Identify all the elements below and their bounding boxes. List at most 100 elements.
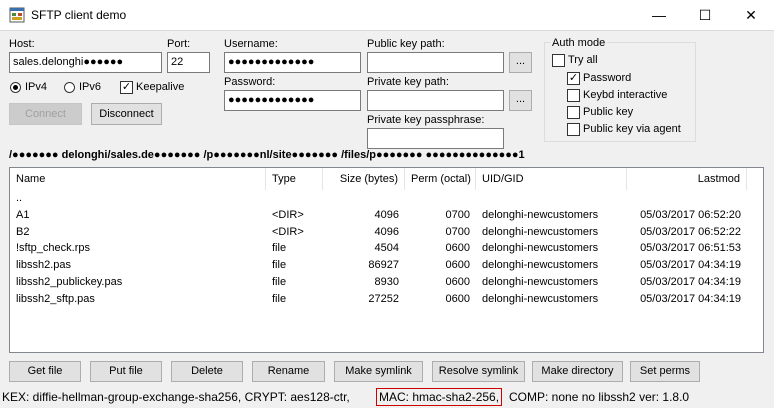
status-bar: KEX: diffie-hellman-group-exchange-sha25… [0,388,774,408]
auth-password-checkbox[interactable]: ✓ [567,72,580,85]
username-label: Username: [224,38,278,50]
cell-perm: 0600 [445,242,470,255]
cell-name: B2 [16,225,30,238]
column-header-size[interactable]: Size (bytes) [323,168,405,190]
minimize-icon: — [652,7,666,23]
make-symlink-button[interactable]: Make symlink [334,361,423,382]
keepalive-checkbox[interactable]: ✓ [120,81,133,94]
table-row[interactable]: !sftp_check.rps file 4504 0600 delonghi-newc… [10,240,763,257]
cell-lastmod: 05/03/2017 04:34:19 [640,292,741,305]
passphrase-input[interactable] [367,128,504,149]
cell-name: libssh2_publickey.pas [16,276,123,288]
cell-name: !sftp_check.rps [16,242,90,255]
cell-type: file [272,259,287,272]
public-key-input[interactable] [367,52,504,73]
password-label: Password: [224,76,276,88]
cell-name: A1 [16,208,30,221]
public-key-browse-button[interactable]: ... [509,52,532,73]
delete-button[interactable]: Delete [171,361,243,382]
table-row[interactable]: B2 <DIR> 4096 0700 delonghi-newcustomers 05/0… [10,224,763,241]
auth-publickey-checkbox[interactable] [567,106,580,119]
cell-lastmod: 05/03/2017 06:52:22 [640,225,741,238]
close-button[interactable]: ✕ [728,0,774,30]
username-input[interactable]: ●●●●●●●●●●●●● [224,52,361,73]
cell-size: 4096 [374,208,399,221]
ipv6-radio[interactable] [64,82,75,93]
window-title: SFTP client demo [31,8,127,22]
cell-perm: 0600 [445,276,470,288]
maximize-button[interactable]: ☐ [682,0,728,30]
cell-name: libssh2_sftp.pas [16,292,95,305]
cell-lastmod: 05/03/2017 06:51:53 [640,242,741,255]
app-icon [9,7,25,23]
cell-uid: delonghi-newcustomers [482,225,599,238]
cell-uid: delonghi-newcustomers [482,259,599,272]
table-row[interactable]: libssh2_sftp.pas file 27252 0600 delonghi-ne… [10,291,763,308]
cell-size: 27252 [368,292,399,305]
cell-type: file [272,292,287,305]
cell-type: <DIR> [272,208,304,221]
table-row[interactable]: A1 <DIR> 4096 0700 delonghi-newcustomers 05/0… [10,207,763,224]
connect-button[interactable]: Connect [9,103,82,125]
cell-uid: delonghi-newcustomers [482,242,599,255]
cell-type: file [272,242,287,255]
auth-publickey-label: Public key [583,106,634,118]
auth-keybd-label: Keybd interactive [583,89,668,101]
auth-password-label: Password [583,72,632,84]
ipv4-radio[interactable] [10,82,21,93]
make-directory-button[interactable]: Make directory [532,361,623,382]
cell-size: 86927 [368,259,399,272]
close-icon: ✕ [745,7,757,23]
auth-mode-title: Auth mode [550,37,608,49]
ipv6-label: IPv6 [79,81,102,93]
resolve-symlink-button[interactable]: Resolve symlink [432,361,525,382]
auth-agent-label: Public key via agent [583,123,681,135]
cell-name: .. [16,192,23,204]
maximize-icon: ☐ [698,7,712,23]
table-row[interactable]: libssh2_publickey.pas file 8930 0600 delongh… [10,274,763,291]
cell-perm: 0600 [445,292,470,305]
column-header-perm[interactable]: Perm (octal) [405,168,476,190]
column-header-type[interactable]: Type [266,168,323,190]
private-key-browse-button[interactable]: ... [509,90,532,111]
cell-perm: 0700 [445,208,470,221]
port-input[interactable]: 22 [167,52,210,73]
cell-lastmod: 05/03/2017 04:34:19 [640,276,741,288]
cell-type: file [272,276,287,288]
password-input[interactable]: ●●●●●●●●●●●●● [224,90,361,111]
auth-agent-checkbox[interactable] [567,123,580,136]
minimize-button[interactable]: — [636,0,682,30]
cell-uid: delonghi-newcustomers [482,208,599,221]
column-header-uid[interactable]: UID/GID [476,168,627,190]
disconnect-button[interactable]: Disconnect [91,103,162,125]
auth-try-all-checkbox[interactable] [552,54,565,67]
private-key-label: Private key path: [367,76,449,88]
cell-uid: delonghi-newcustomers [482,292,599,305]
auth-try-all-label: Try all [568,54,598,66]
table-row[interactable]: .. [10,190,763,207]
cell-perm: 0700 [445,225,470,238]
get-file-button[interactable]: Get file [9,361,81,382]
table-row[interactable]: libssh2.pas file 86927 0600 delonghi-newcust… [10,257,763,274]
cell-size: 4096 [374,225,399,238]
rename-button[interactable]: Rename [252,361,325,382]
port-label: Port: [167,38,191,50]
host-input[interactable]: sales.delonghi●●●●●● [9,52,162,73]
cell-lastmod: 05/03/2017 04:34:19 [640,259,741,272]
keepalive-label: Keepalive [136,81,185,93]
cell-name: libssh2.pas [16,259,72,272]
private-key-input[interactable] [367,90,504,111]
cell-type: <DIR> [272,225,304,238]
status-kex-crypt: KEX: diffie-hellman-group-exchange-sha25… [2,390,350,404]
current-path: /●●●●●●● delonghi/sales.de●●●●●●● /p●●●●… [9,149,525,161]
public-key-label: Public key path: [367,38,445,50]
set-perms-button[interactable]: Set perms [630,361,700,382]
column-header-name[interactable]: Name [10,168,266,190]
put-file-button[interactable]: Put file [90,361,162,382]
auth-keybd-checkbox[interactable] [567,89,580,102]
cell-size: 4504 [374,242,399,255]
ipv4-label: IPv4 [25,81,48,93]
passphrase-label: Private key passphrase: [367,114,485,126]
file-list[interactable]: Name Type Size (bytes) Perm (octal) UID/… [9,167,764,353]
column-header-lastmod[interactable]: Lastmod [627,168,747,190]
